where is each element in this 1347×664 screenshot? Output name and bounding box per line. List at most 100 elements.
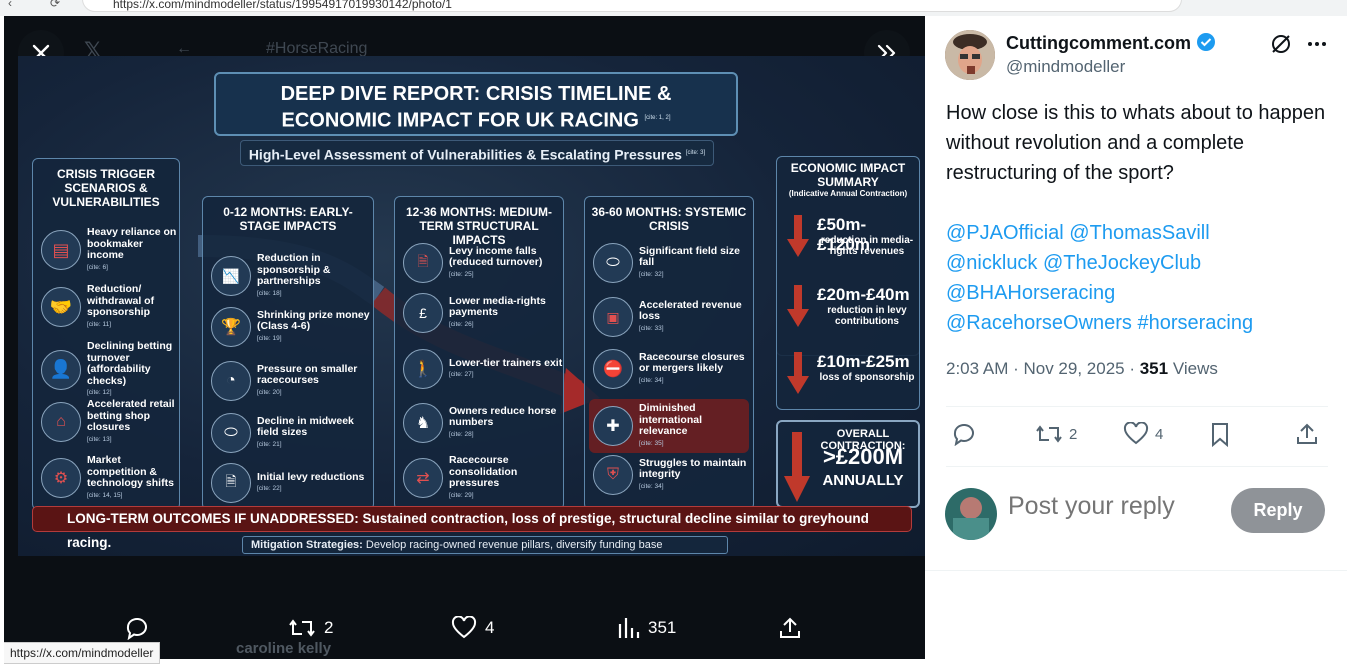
item-text: Pressure on smaller racecourses xyxy=(257,362,358,387)
horses-icon: ♞ xyxy=(403,403,443,443)
user-photo xyxy=(945,488,997,540)
item-text: Diminished international relevance xyxy=(639,402,703,437)
tweet-meta: 2:03 AM · Nov 29, 2025 · 351 Views xyxy=(946,359,1218,379)
heart-icon xyxy=(1123,422,1149,445)
list-item: ◔ Pressure on smaller racecourses [cite: 2… xyxy=(211,361,373,401)
browser-toolbar: ‹ ⟳ https://x.com/mindmodeller/status/19… xyxy=(0,0,1347,16)
item-cite: [cite: 27] xyxy=(449,371,474,378)
consolidation-icon: ⇄ xyxy=(403,458,443,498)
down-arrow-icon xyxy=(787,352,809,394)
reply-input[interactable] xyxy=(1008,492,1218,521)
like-button[interactable]: 4 xyxy=(1123,422,1163,446)
economic-desc: reduction in levy contributions xyxy=(827,305,907,327)
author-name[interactable]: Cuttingcomment.com xyxy=(1006,32,1216,54)
tv-pound-icon: £ xyxy=(403,293,443,333)
trainer-exit-icon: 🚶 xyxy=(403,349,443,389)
levy-document-icon: 🗎 xyxy=(403,243,443,283)
viewer-reply-button[interactable] xyxy=(124,616,150,640)
item-text: Lower-tier trainers exit xyxy=(449,356,563,369)
item-cite: [cite: 14, 15] xyxy=(87,491,123,499)
ghost-reply-user: caroline kelly xyxy=(236,640,332,657)
tweet-mentions-2[interactable]: @nickluck @TheJockeyClub xyxy=(946,248,1336,278)
reload-icon[interactable]: ⟳ xyxy=(50,0,64,10)
retweet-icon xyxy=(289,619,315,637)
economic-sub: (Indicative Annual Contraction) xyxy=(788,189,908,198)
tweet-mentions-1[interactable]: @PJAOfficial @ThomasSavill xyxy=(946,218,1336,248)
coin-stack-icon: ▤ xyxy=(41,230,81,270)
list-item: ⇄ Racecourse consolidation pressures [cite… xyxy=(403,454,563,501)
author-handle[interactable]: @mindmodeller xyxy=(1006,57,1125,77)
down-arrow-icon xyxy=(787,215,809,257)
item-text: Accelerated retail betting shop closures xyxy=(87,398,175,433)
item-cite: [cite: 34] xyxy=(639,482,664,490)
like-count: 4 xyxy=(1155,425,1164,443)
column-early: 0-12 MONTHS: EARLY-STAGE IMPACTS 📉 Reduct… xyxy=(202,196,374,510)
item-cite: [cite: 20] xyxy=(257,388,282,396)
handshake-icon: 🤝 xyxy=(41,287,81,327)
viewer-retweet-count: 2 xyxy=(324,618,334,637)
grok-icon[interactable] xyxy=(1269,32,1293,56)
reply-button[interactable] xyxy=(951,422,977,446)
reply-submit-button[interactable]: Reply xyxy=(1231,488,1325,533)
item-text: Shrinking prize money (Class 4-6) xyxy=(257,308,370,333)
item-cite: [cite: 25] xyxy=(449,270,474,278)
mitigation-strip: Mitigation Strategies: Develop racing-ow… xyxy=(242,536,728,554)
item-text: Decline in midweek field sizes xyxy=(257,414,354,439)
item-cite: [cite: 35] xyxy=(639,439,664,447)
item-text: Lower media-rights payments xyxy=(449,294,546,319)
list-item: ⛨ Struggles to maintain integrity [cite: 3… xyxy=(593,455,753,495)
item-text: Declining betting turnover (affordabilit… xyxy=(87,340,173,387)
tweet-timestamp[interactable]: 2:03 AM · Nov 29, 2025 · xyxy=(946,359,1140,378)
more-options-icon[interactable] xyxy=(1305,32,1329,56)
share-button[interactable] xyxy=(1295,422,1319,446)
item-text: Owners reduce horse numbers xyxy=(449,404,557,429)
pressure-gauge-icon: ◔ xyxy=(211,361,251,401)
column-systemic: 36-60 MONTHS: SYSTEMIC CRISIS ⬭ Significa… xyxy=(584,196,754,510)
back-icon[interactable]: ‹ xyxy=(8,0,22,10)
economic-value: £20m-£40m xyxy=(817,285,910,304)
item-cite: [cite: 19] xyxy=(257,334,282,342)
item-text: Heavy reliance on bookmaker income xyxy=(87,226,177,261)
list-item: ⚙ Market competition & technology shifts [… xyxy=(41,454,179,501)
no-entry-icon: ⛔ xyxy=(593,349,633,389)
item-text: Racecourse closures or mergers likely xyxy=(639,350,745,375)
list-item: 🗎 Levy income falls (reduced turnover) [ci… xyxy=(403,243,563,283)
list-item: ⛔ Racecourse closures or mergers likely [c… xyxy=(593,349,753,389)
tweet-view-count: 351 xyxy=(1139,359,1169,378)
viewer-views-button[interactable]: 351 xyxy=(616,616,676,640)
tax-document-icon: 🗎 xyxy=(211,463,251,503)
reply-icon xyxy=(126,617,147,640)
broken-shield-icon: ⛨ xyxy=(593,455,633,495)
retweet-button[interactable]: 2 xyxy=(1035,422,1077,446)
closed-shop-icon: ⌂ xyxy=(41,402,81,442)
list-item: ⬭ Significant field size fall [cite: 32] xyxy=(593,243,753,283)
bookmark-button[interactable] xyxy=(1209,422,1231,448)
viewer-like-button[interactable]: 4 xyxy=(451,616,494,640)
item-text: Struggles to maintain integrity xyxy=(639,456,747,481)
tweet-body: How close is this to whats about to happ… xyxy=(946,98,1336,338)
viewer-share-button[interactable] xyxy=(778,616,802,640)
sponsorship-icon: 📉 xyxy=(211,256,251,296)
tweet-text: How close is this to whats about to happ… xyxy=(946,102,1326,184)
item-cite: [cite: 33] xyxy=(639,324,664,332)
divider xyxy=(925,570,1347,571)
long-term-banner: LONG-TERM OUTCOMES IF UNADDRESSED: Susta… xyxy=(32,506,912,550)
viewer-view-count: 351 xyxy=(648,618,677,637)
viewer-retweet-button[interactable]: 2 xyxy=(288,616,333,640)
share-icon xyxy=(1297,423,1317,444)
column-medium: 12-36 MONTHS: MEDIUM-TERM STRUCTURAL IMP… xyxy=(394,196,564,510)
list-item: 🤝 Reduction/ withdrawal of sponsorship [ci… xyxy=(41,283,179,330)
down-arrow-icon xyxy=(787,285,809,327)
heart-icon xyxy=(451,616,477,639)
verified-badge-icon xyxy=(1197,33,1216,51)
author-photo xyxy=(945,30,995,80)
status-bar-url: https://x.com/mindmodeller xyxy=(4,642,161,664)
address-bar[interactable]: https://x.com/mindmodeller/status/199549… xyxy=(82,0,1182,12)
author-avatar[interactable] xyxy=(945,30,995,80)
user-avatar[interactable] xyxy=(945,488,997,540)
list-item: 🗎 Initial levy reductions [cite: 22] xyxy=(211,463,364,503)
list-item: ▤ Heavy reliance on bookmaker income [cite… xyxy=(41,226,179,273)
tweet-mentions-4[interactable]: @RacehorseOwners #horseracing xyxy=(946,308,1336,338)
tweet-mentions-3[interactable]: @BHAHorseracing xyxy=(946,278,1336,308)
item-cite: [cite: 21] xyxy=(257,440,282,448)
